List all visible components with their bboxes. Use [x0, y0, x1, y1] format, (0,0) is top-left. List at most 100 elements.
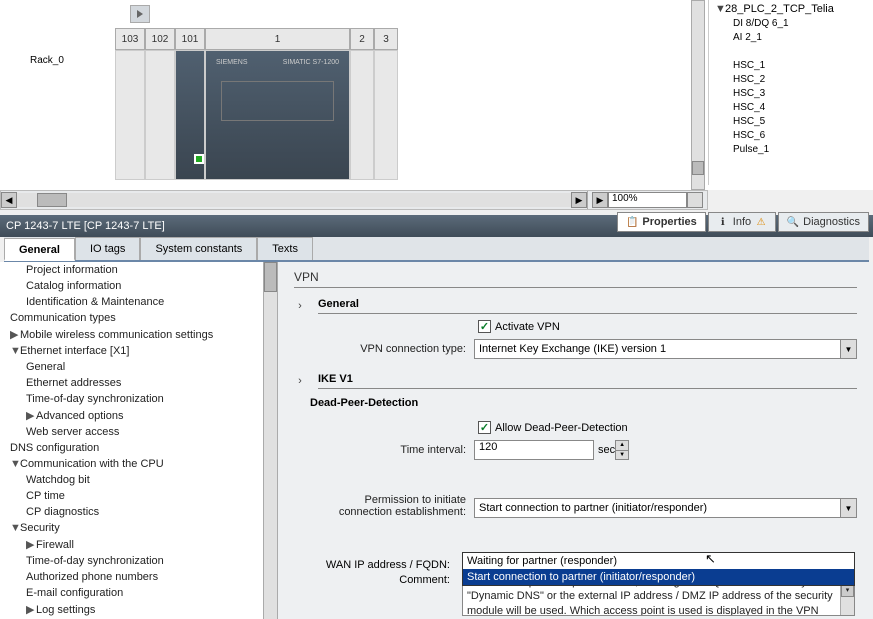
inspector-tabs: 📋Properties ℹInfo⚠ 🔍Diagnostics: [617, 212, 869, 232]
tree-item[interactable]: HSC_4: [711, 100, 871, 114]
time-interval-input[interactable]: 120: [474, 440, 594, 460]
nav-item[interactable]: Web server access: [0, 424, 277, 440]
nav-item[interactable]: Ethernet addresses: [0, 375, 277, 391]
tree-item[interactable]: HSC_3: [711, 86, 871, 100]
nav-item[interactable]: ▼Security: [0, 520, 277, 536]
dropdown-option[interactable]: Waiting for partner (responder): [463, 553, 854, 569]
slot-1-plc[interactable]: SIEMENS SIMATIC S7-1200: [205, 50, 350, 180]
tab-general[interactable]: General: [4, 238, 75, 261]
tree-item[interactable]: HSC_1: [711, 58, 871, 72]
chevron-down-icon[interactable]: ▼: [840, 499, 856, 517]
chevron-right-icon: ›: [294, 300, 306, 312]
tree-item[interactable]: AI 2_1: [711, 30, 871, 44]
zoom-input[interactable]: 100%: [608, 192, 687, 208]
tree-item[interactable]: [711, 44, 871, 58]
time-interval-label: Time interval:: [294, 444, 474, 456]
scroll-left-icon[interactable]: ◀: [1, 192, 17, 208]
zoom-spinner[interactable]: [687, 192, 703, 208]
chevron-right-icon[interactable]: ▶: [10, 328, 20, 341]
nav-item[interactable]: CP diagnostics: [0, 504, 277, 520]
nav-item[interactable]: CP time: [0, 488, 277, 504]
nav-item[interactable]: Watchdog bit: [0, 472, 277, 488]
tab-info[interactable]: ℹInfo⚠: [708, 212, 776, 232]
nav-item[interactable]: Authorized phone numbers: [0, 569, 277, 585]
tree-item[interactable]: HSC_6: [711, 128, 871, 142]
tree-item[interactable]: Pulse_1: [711, 142, 871, 156]
nav-item[interactable]: ▶Advanced options: [0, 407, 277, 424]
tab-io-tags[interactable]: IO tags: [75, 237, 140, 260]
plc-brand: SIEMENS: [216, 59, 248, 73]
nav-item[interactable]: DNS configuration: [0, 440, 277, 456]
tree-item[interactable]: HSC_5: [711, 114, 871, 128]
nav-item[interactable]: General: [0, 359, 277, 375]
slot-102[interactable]: [145, 50, 175, 180]
selected-object-title: CP 1243-7 LTE [CP 1243-7 LTE] 📋Propertie…: [0, 215, 873, 237]
nav-item[interactable]: ▶Firewall: [0, 536, 277, 553]
chevron-right-icon[interactable]: ▶: [26, 603, 36, 616]
zoom-control: ▶ 100%: [587, 191, 707, 209]
slot-header-102: 102: [145, 28, 175, 50]
slot-101-module[interactable]: [175, 50, 205, 180]
chevron-down-icon[interactable]: ▼: [10, 345, 20, 357]
chevron-right-icon[interactable]: ▶: [26, 538, 36, 551]
dpd-heading: Dead-Peer-Detection: [310, 397, 857, 409]
nav-item[interactable]: Communication types: [0, 310, 277, 326]
tab-diagnostics[interactable]: 🔍Diagnostics: [778, 212, 869, 232]
time-interval-unit: sec: [598, 444, 615, 456]
hw-bottom-row: ◀ ▶ ▶ 100%: [0, 190, 708, 210]
vpn-conn-type-label: VPN connection type:: [294, 343, 474, 355]
tree-item[interactable]: DI 8/DQ 6_1: [711, 16, 871, 30]
chevron-right-icon[interactable]: ▶: [26, 409, 36, 422]
slot-103[interactable]: [115, 50, 145, 180]
slot-2[interactable]: [350, 50, 374, 180]
dropdown-option-highlighted[interactable]: Start connection to partner (initiator/r…: [463, 569, 854, 585]
nav-item[interactable]: ▶Mobile wireless communication settings: [0, 326, 277, 343]
expander-ike[interactable]: › IKE V1: [294, 373, 857, 389]
allow-dpd-label: Allow Dead-Peer-Detection: [495, 422, 628, 434]
time-interval-spinner[interactable]: ▲▼: [615, 440, 629, 460]
nav-item[interactable]: ▼Communication with the CPU: [0, 456, 277, 472]
plc-ports-icon: [221, 81, 334, 121]
scroll-right-icon[interactable]: ▶: [571, 192, 587, 208]
nav-item[interactable]: E-mail configuration: [0, 585, 277, 601]
nav-item[interactable]: ▶Log settings: [0, 601, 277, 618]
chevron-down-icon[interactable]: ▼: [840, 340, 856, 358]
nav-item[interactable]: Project information: [0, 262, 277, 278]
vpn-conn-type-select[interactable]: Internet Key Exchange (IKE) version 1 ▼: [474, 339, 857, 359]
nav-item[interactable]: Time-of-day synchronization: [0, 391, 277, 407]
expander-general[interactable]: › General: [294, 298, 857, 314]
comment-label: Comment:: [278, 574, 458, 586]
property-tabs: General IO tags System constants Texts: [4, 237, 869, 262]
module-led-icon: [194, 154, 204, 164]
permission-select[interactable]: Start connection to partner (initiator/r…: [474, 498, 857, 518]
chevron-right-icon: ›: [294, 375, 306, 387]
nav-item[interactable]: Time-of-day synchronization: [0, 553, 277, 569]
device-tree-panel: ▼28_PLC_2_TCP_Telia DI 8/DQ 6_1 AI 2_1 H…: [708, 0, 873, 185]
nav-item[interactable]: ▼Ethernet interface [X1]: [0, 343, 277, 359]
allow-dpd-checkbox[interactable]: [478, 421, 491, 434]
play-button[interactable]: [130, 5, 150, 23]
properties-icon: 📋: [626, 216, 638, 228]
slot-headers: 103 102 101 1 2 3: [115, 28, 398, 50]
activate-vpn-checkbox[interactable]: [478, 320, 491, 333]
property-nav-tree: Project informationCatalog informationId…: [0, 262, 278, 619]
slot-3[interactable]: [374, 50, 398, 180]
chevron-down-icon[interactable]: ▼: [10, 458, 20, 470]
scroll-right-icon-2[interactable]: ▶: [592, 192, 608, 208]
nav-item[interactable]: Identification & Maintenance: [0, 294, 277, 310]
rack-label: Rack_0: [30, 55, 64, 66]
tab-texts[interactable]: Texts: [257, 237, 313, 260]
activate-vpn-label: Activate VPN: [495, 321, 560, 333]
nav-tree-scrollbar[interactable]: [263, 262, 277, 619]
nav-item[interactable]: Catalog information: [0, 278, 277, 294]
rack-canvas[interactable]: Rack_0 103 102 101 1 2 3: [0, 0, 700, 185]
chevron-down-icon[interactable]: ▼: [10, 522, 20, 534]
permission-dropdown-list[interactable]: Waiting for partner (responder) Start co…: [462, 552, 855, 586]
hw-horizontal-scrollbar[interactable]: ◀ ▶: [1, 191, 587, 209]
slot-header-1: 1: [205, 28, 350, 50]
tab-properties[interactable]: 📋Properties: [617, 212, 705, 232]
hw-vertical-scrollbar[interactable]: [691, 0, 705, 190]
tab-system-constants[interactable]: System constants: [140, 237, 257, 260]
tree-root[interactable]: ▼28_PLC_2_TCP_Telia: [711, 2, 871, 16]
tree-item[interactable]: HSC_2: [711, 72, 871, 86]
